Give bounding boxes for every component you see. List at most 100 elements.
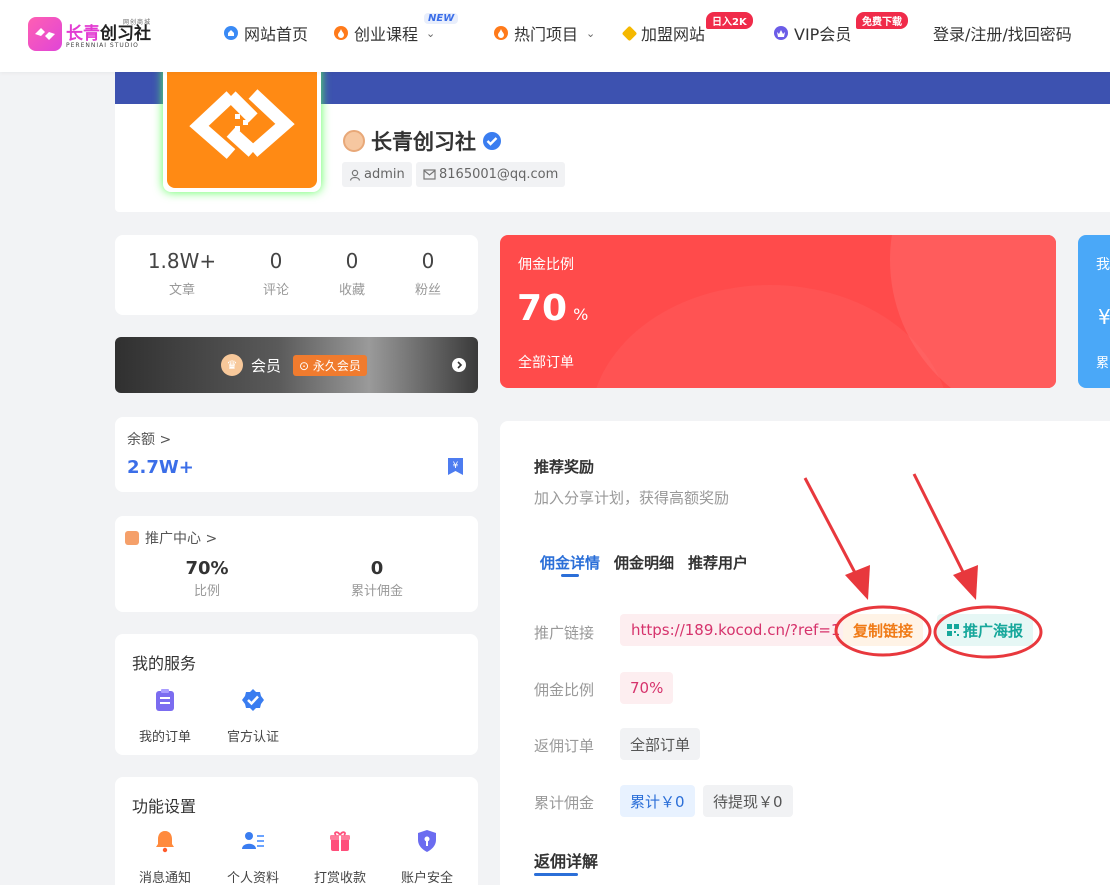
promo-ratio-value: 70% (185, 558, 229, 579)
nav-join[interactable]: 加盟网站 日入2K (621, 12, 753, 44)
nav-projects-label: 热门项目 (514, 25, 579, 44)
join-badge: 日入2K (706, 12, 753, 29)
nav-courses[interactable]: 创业课程 ⌄ NEW (334, 13, 459, 44)
fire-icon (494, 26, 508, 40)
shield-icon (418, 830, 436, 852)
commission-title: 佣金比例 (518, 257, 574, 273)
ratio-label: 佣金比例 (534, 681, 595, 699)
logo-name: 长青创习社 (66, 23, 151, 44)
fire-icon (334, 26, 348, 40)
username-tag: admin (342, 162, 412, 187)
email-tag: 8165001@qq.com (416, 162, 566, 187)
stat-comments[interactable]: 0 评论 (238, 249, 314, 298)
referral-link-field[interactable]: https://189.kocod.cn/?ref=1 (620, 614, 852, 646)
link-label: 推广链接 (534, 624, 595, 642)
detail-underline (534, 873, 578, 876)
logo-text: 网创商城 长青创习社 PERENNIAI STUDIO (66, 19, 151, 49)
balance-label: 余额 > (127, 432, 172, 448)
vip-badge: 免费下载 (856, 12, 908, 29)
commission-value: 70 % (517, 288, 589, 329)
vip-crown-icon (774, 26, 788, 40)
crown-icon: ♛ (221, 354, 243, 376)
setting-profile[interactable]: 个人资料 (213, 829, 293, 885)
new-badge: NEW (424, 13, 459, 24)
member-label: 会员 (251, 356, 282, 375)
setting-security[interactable]: 账户安全 (387, 829, 467, 885)
promo-icon (125, 531, 139, 545)
nav-vip[interactable]: VIP会员 免费下载 (774, 12, 908, 44)
withdraw-card: 我 ¥ 累 (1078, 235, 1110, 388)
avatar[interactable] (163, 56, 321, 192)
verified-badge-icon (242, 689, 264, 711)
tab-commission-log[interactable]: 佣金明细 (614, 552, 674, 573)
promo-total-value: 0 (370, 558, 384, 579)
stat-fans[interactable]: 0 粉丝 (390, 249, 466, 298)
nav-join-label: 加盟网站 (641, 25, 706, 44)
chevron-down-icon: ⌄ (586, 26, 596, 40)
nav-courses-label: 创业课程 (354, 25, 419, 44)
nav-login-label: 登录/注册/找回密码 (933, 25, 1072, 44)
referral-title: 推荐奖励 (534, 458, 595, 476)
referral-panel: 推荐奖励 加入分享计划，获得高额奖励 佣金详情 佣金明细 推荐用户 推广链接 h… (500, 421, 1110, 885)
stat-articles[interactable]: 1.8W+ 文章 (144, 249, 220, 298)
logo-mark-icon (28, 17, 62, 51)
qr-code-icon (947, 624, 959, 636)
service-verification[interactable]: 官方认证 (213, 688, 293, 745)
commission-footer: 全部订单 (518, 355, 574, 371)
avatar-logo-icon (167, 60, 317, 188)
setting-notifications[interactable]: 消息通知 (125, 829, 205, 885)
balance-card[interactable]: 余额 > 2.7W+ ¥ (115, 417, 478, 492)
bell-icon (156, 831, 174, 853)
top-navbar: 网创商城 长青创习社 PERENNIAI STUDIO 网站首页 创业课程 ⌄ … (0, 0, 1110, 72)
promo-title: 推广中心 > (145, 531, 218, 547)
chevron-down-icon: ⌄ (426, 26, 436, 40)
poster-button[interactable]: 推广海报 (937, 614, 1034, 646)
member-badge: ⊙ 永久会员 (293, 354, 367, 376)
clipboard-icon (156, 689, 174, 711)
rebate-detail-title: 返佣详解 (534, 852, 599, 871)
promo-center-card[interactable]: 推广中心 > 70% 比例 0 累计佣金 (115, 516, 478, 612)
profile-name-text: 长青创习社 (371, 130, 476, 154)
svg-text:¥: ¥ (453, 461, 459, 471)
home-icon (224, 26, 238, 40)
diamond-icon (621, 25, 638, 41)
total-commission-value: 累计￥0 (620, 785, 695, 817)
settings-card: 功能设置 消息通知 个人资料 打赏收款 账户安全 (115, 777, 478, 885)
referral-subtitle: 加入分享计划，获得高额奖励 (534, 489, 730, 507)
setting-tips[interactable]: 打赏收款 (300, 829, 380, 885)
level-medal-icon (343, 130, 365, 152)
balance-value: 2.7W+ (127, 457, 194, 478)
order-label: 返佣订单 (534, 737, 595, 755)
chevron-right-icon (452, 358, 466, 372)
member-bar[interactable]: ♛ 会员 ⊙ 永久会员 (115, 337, 478, 393)
gift-icon (330, 831, 350, 851)
copy-link-button[interactable]: 复制链接 (843, 614, 924, 646)
tab-underline (561, 574, 579, 577)
nav-login[interactable]: 登录/注册/找回密码 (933, 22, 1072, 44)
nav-projects[interactable]: 热门项目 ⌄ (494, 22, 595, 44)
tab-referred-users[interactable]: 推荐用户 (688, 552, 748, 573)
nav-home[interactable]: 网站首页 (224, 22, 308, 44)
service-my-orders[interactable]: 我的订单 (125, 688, 205, 745)
mail-icon (423, 169, 436, 180)
pending-withdraw-value: 待提现￥0 (703, 785, 793, 817)
stat-favorites[interactable]: 0 收藏 (314, 249, 390, 298)
promo-ratio-label: 比例 (193, 584, 220, 599)
order-value: 全部订单 (620, 728, 701, 760)
site-logo[interactable]: 网创商城 长青创习社 PERENNIAI STUDIO (28, 17, 151, 51)
tab-commission-details[interactable]: 佣金详情 (540, 552, 600, 573)
commission-card: 佣金比例 70 % 全部订单 (500, 235, 1056, 388)
stats-card: 1.8W+ 文章 0 评论 0 收藏 0 粉丝 (115, 235, 478, 315)
profile-header: 长青创习社 admin 8165001@qq.com (115, 56, 1110, 212)
user-icon (349, 169, 361, 181)
verified-icon (483, 132, 501, 150)
ratio-value: 70% (620, 672, 674, 704)
wallet-icon: ¥ (448, 458, 463, 475)
profile-name: 长青创习社 (343, 126, 502, 156)
user-card-icon (242, 832, 264, 849)
services-title: 我的服务 (132, 654, 197, 673)
nav-vip-label: VIP会员 (794, 25, 852, 44)
total-label: 累计佣金 (534, 794, 595, 812)
settings-title: 功能设置 (132, 797, 197, 816)
services-card: 我的服务 我的订单 官方认证 (115, 634, 478, 755)
